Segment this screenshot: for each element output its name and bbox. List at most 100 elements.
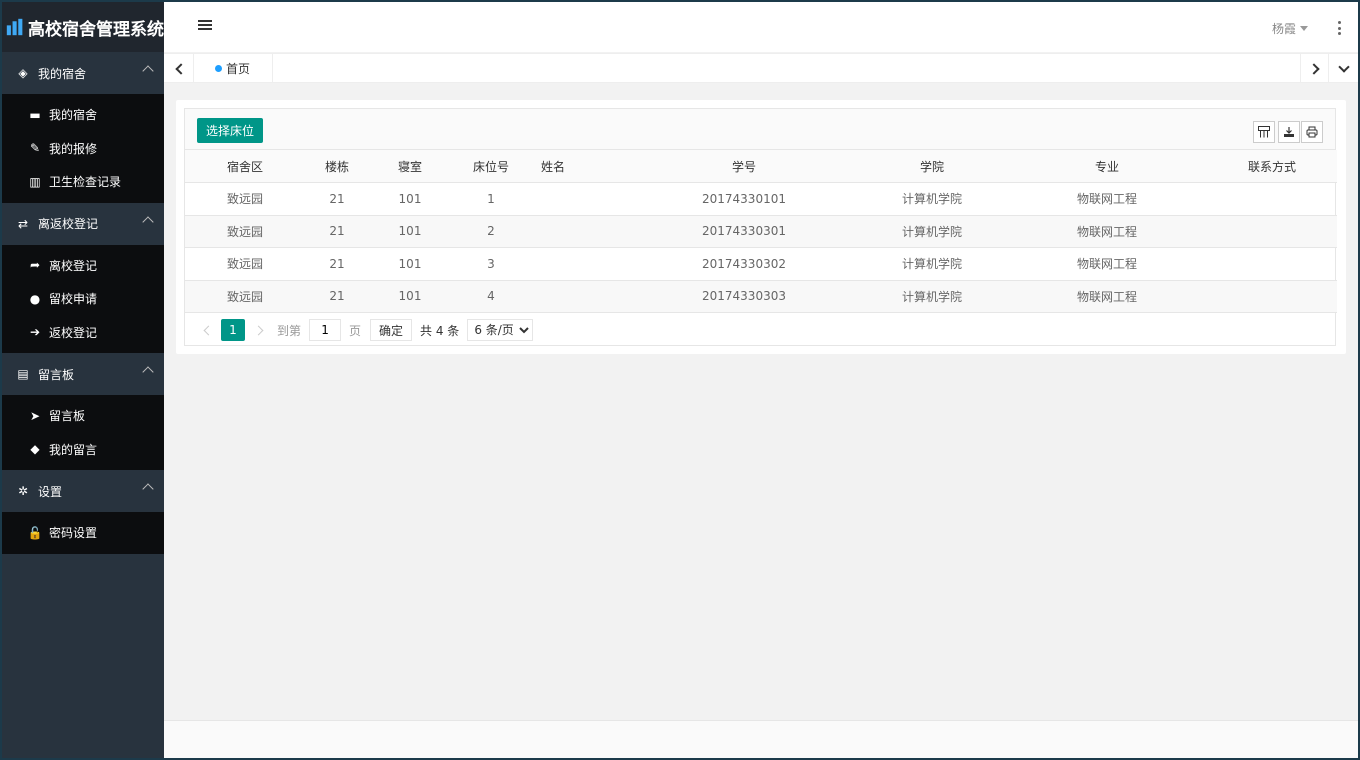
pagination: 1 到第 页 确定 共 4 条 6 条/页 <box>185 314 1335 346</box>
sidebar-item-label: 返校登记 <box>49 325 98 340</box>
table-row[interactable]: 致远园21101320174330302计算机学院物联网工程1703 <box>185 247 1337 281</box>
cube-icon: ◈ <box>18 66 28 80</box>
table-cell: 致远园 <box>185 182 305 216</box>
chevron-right-icon <box>253 325 263 335</box>
sidebar: 高校宿舍管理系统 ◈ 我的宿舍 ▬ 我的宿舍 ✎ 我的报修 ▥ 卫生检查记录 ⇄ 离返校登记 ➦ 离校… <box>2 2 164 758</box>
chevron-up-icon <box>142 65 154 77</box>
user-name: 杨霞 <box>1271 22 1296 36</box>
user-menu[interactable]: 杨霞 <box>1272 20 1308 37</box>
sidebar-item[interactable]: ➔ 返校登记 <box>2 316 164 350</box>
sidebar-item[interactable]: ▥ 卫生检查记录 <box>2 165 164 199</box>
export-icon[interactable] <box>1278 121 1300 143</box>
sidebar-group-3[interactable]: ✲ 设置 <box>2 470 164 512</box>
sidebar-item[interactable]: ● 留校申请 <box>2 282 164 316</box>
goto-confirm-button[interactable]: 确定 <box>370 319 413 341</box>
column-header[interactable]: 宿舍区 <box>185 150 305 183</box>
table-cell <box>531 215 631 248</box>
table-cell: 计算机学院 <box>857 182 1007 216</box>
menu-toggle-icon[interactable] <box>198 20 212 34</box>
tab-scroll-left-button[interactable] <box>164 54 194 83</box>
table-cell: 21 <box>305 247 369 281</box>
table-cell: 20174330101 <box>631 182 857 216</box>
chevron-left-icon <box>174 62 187 75</box>
column-header[interactable]: 寝室 <box>369 150 451 183</box>
table-cell <box>1207 280 1337 313</box>
active-dot-icon <box>215 65 222 72</box>
tab-home[interactable]: 首页 <box>195 54 274 83</box>
more-vertical-icon[interactable] <box>1338 21 1342 35</box>
globe-icon: ● <box>29 291 41 306</box>
table-cell: 物联网工程 <box>1007 182 1207 216</box>
total-count: 共 4 条 <box>420 323 460 338</box>
wrench-icon: ✎ <box>29 141 41 156</box>
sidebar-group-0[interactable]: ◈ 我的宿舍 <box>2 52 164 94</box>
sidebar-item-label: 我的报修 <box>49 141 98 156</box>
goto-page-input[interactable] <box>309 319 342 341</box>
sidebar-item-label: 离校登记 <box>49 258 98 273</box>
column-header[interactable]: 姓名 <box>531 150 631 183</box>
table-cell <box>531 280 631 313</box>
table-cell: 20174330302 <box>631 247 857 281</box>
table-row[interactable]: 致远园21101120174330101计算机学院物联网工程1701 <box>185 182 1337 216</box>
column-header[interactable]: 专业 <box>1007 150 1207 183</box>
table-cell <box>531 182 631 216</box>
sidebar-item[interactable]: ➦ 离校登记 <box>2 249 164 283</box>
top-header: 杨霞 <box>164 2 1358 52</box>
table-cell: 101 <box>369 182 451 216</box>
tab-scroll-right-button[interactable] <box>1300 54 1330 83</box>
app-title: 高校宿舍管理系统 <box>28 19 164 40</box>
chevron-right-icon <box>1307 62 1320 75</box>
tab-options-button[interactable] <box>1328 54 1358 83</box>
page-size-select[interactable]: 6 条/页 <box>467 319 534 341</box>
table-cell <box>1207 247 1337 281</box>
table-row[interactable]: 致远园21101220174330301计算机学院物联网工程1703 <box>185 215 1337 248</box>
sidebar-item[interactable]: 🔓 密码设置 <box>2 516 164 550</box>
column-header[interactable]: 楼栋 <box>305 150 369 183</box>
building-logo-icon <box>6 18 23 36</box>
table-row[interactable]: 致远园21101420174330303计算机学院物联网工程1703 <box>185 280 1337 313</box>
next-page-button[interactable] <box>245 319 271 341</box>
sidebar-group-1[interactable]: ⇄ 离返校登记 <box>2 202 164 245</box>
sidebar-group-label: 离返校登记 <box>38 217 99 231</box>
chevron-up-icon <box>142 483 154 495</box>
sidebar-group-label: 留言板 <box>38 367 75 382</box>
current-page-button[interactable]: 1 <box>221 319 245 341</box>
table-header-row: 宿舍区楼栋寝室床位号姓名学号学院专业班级联系方式 <box>185 150 1337 183</box>
goto-label: 到第 <box>277 323 302 338</box>
sidebar-item-label: 密码设置 <box>49 526 98 541</box>
table-cell: 101 <box>369 280 451 313</box>
sidebar-item-label: 卫生检查记录 <box>49 175 122 190</box>
sign-in-icon: ➔ <box>29 325 41 340</box>
table-cell: 物联网工程 <box>1007 280 1207 313</box>
column-header[interactable]: 床位号 <box>451 150 531 183</box>
sidebar-group-2[interactable]: ▤ 留言板 <box>2 353 164 395</box>
column-header[interactable]: 联系方式 <box>1207 150 1337 183</box>
table-cell: 2 <box>451 215 531 248</box>
content-card: 选择床位 宿舍区 楼栋 寝室 床位号 姓名 学号 学院 专业 联系方式 致远园 … <box>176 100 1346 354</box>
column-header[interactable]: 学院 <box>857 150 1007 183</box>
column-header[interactable]: 学号 <box>631 150 857 183</box>
main-content: 选择床位 宿舍区 楼栋 寝室 床位号 姓名 学号 学院 专业 联系方式 致远园 … <box>164 84 1358 720</box>
table-cell: 101 <box>369 247 451 281</box>
data-table-container: 选择床位 宿舍区 楼栋 寝室 床位号 姓名 学号 学院 专业 联系方式 致远园 … <box>184 108 1337 346</box>
sidebar-item[interactable]: ◆ 我的留言 <box>2 433 164 467</box>
sidebar-item[interactable]: ✎ 我的报修 <box>2 132 164 166</box>
caret-down-icon <box>1300 26 1308 31</box>
sidebar-item[interactable]: ▬ 我的宿舍 <box>2 98 164 132</box>
sidebar-item[interactable]: ➤ 留言板 <box>2 399 164 433</box>
print-icon[interactable] <box>1301 121 1323 143</box>
table-cell: 101 <box>369 215 451 248</box>
tags-icon: ◆ <box>30 442 40 457</box>
table-cell: 20174330303 <box>631 280 857 313</box>
table-cell: 21 <box>305 182 369 216</box>
calendar-icon: ▤ <box>17 367 29 381</box>
sidebar-group-label: 我的宿舍 <box>38 66 87 81</box>
columns-filter-icon[interactable] <box>1253 121 1275 143</box>
select-bed-button[interactable]: 选择床位 <box>197 118 264 143</box>
table-cell: 致远园 <box>185 247 305 281</box>
table-cell: 21 <box>305 215 369 248</box>
chevron-up-icon <box>142 215 154 228</box>
table-toolbar: 选择床位 <box>185 109 1335 150</box>
prev-page-button[interactable] <box>195 319 221 341</box>
table-cell: 物联网工程 <box>1007 247 1207 281</box>
